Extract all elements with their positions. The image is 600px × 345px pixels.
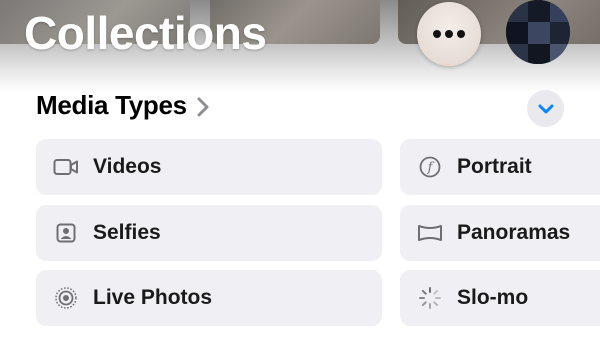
media-type-slo-mo[interactable]: Slo-mo xyxy=(400,270,600,326)
media-type-selfies[interactable]: Selfies xyxy=(36,205,382,261)
svg-text:f: f xyxy=(427,161,435,176)
media-type-label: Live Photos xyxy=(93,286,213,309)
selfie-icon xyxy=(52,219,80,247)
page-title: Collections xyxy=(24,7,267,59)
chevron-right-icon xyxy=(197,97,209,116)
video-icon xyxy=(52,153,80,181)
media-type-label: Slo-mo xyxy=(457,286,529,309)
live-photo-icon xyxy=(52,284,80,312)
media-type-label: Panoramas xyxy=(457,221,571,244)
panorama-icon xyxy=(416,219,444,247)
collapse-button[interactable] xyxy=(527,90,564,127)
media-types-header[interactable]: Media Types xyxy=(36,90,209,121)
chevron-down-icon xyxy=(538,104,553,113)
more-options-button[interactable] xyxy=(417,2,481,66)
portrait-f-icon: f xyxy=(416,153,444,181)
media-type-panoramas[interactable]: Panoramas xyxy=(400,205,600,261)
ellipsis-icon xyxy=(433,30,465,38)
media-type-label: Selfies xyxy=(93,221,161,244)
media-type-videos[interactable]: Videos xyxy=(36,139,382,195)
media-type-portrait[interactable]: f Portrait xyxy=(400,139,600,195)
media-type-live-photos[interactable]: Live Photos xyxy=(36,270,382,326)
media-type-label: Videos xyxy=(93,155,162,178)
slo-mo-icon xyxy=(416,284,444,312)
section-title: Media Types xyxy=(36,90,187,120)
media-type-label: Portrait xyxy=(457,155,532,178)
avatar[interactable] xyxy=(506,0,570,64)
